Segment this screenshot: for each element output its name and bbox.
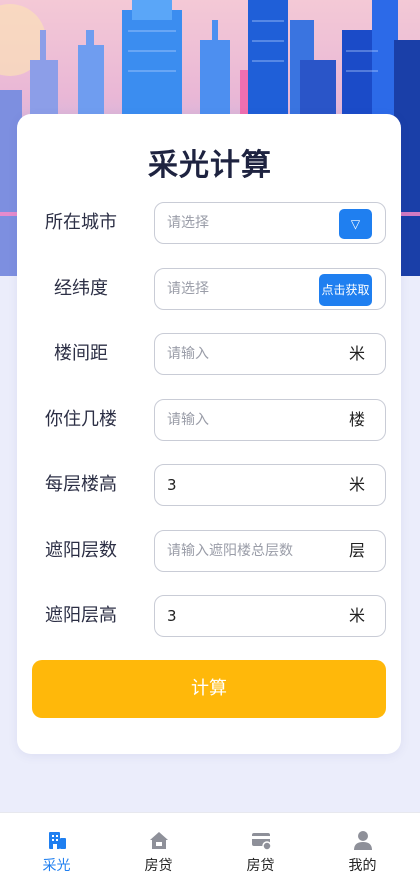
- floor-height-label: 每层楼高: [45, 474, 117, 495]
- shade-floors-input[interactable]: 请输入遮阳楼总层数 层: [154, 530, 386, 572]
- building-icon: [49, 832, 66, 849]
- shade-floors-placeholder: 请输入遮阳楼总层数: [167, 543, 293, 559]
- spacing-placeholder: 请输入: [167, 346, 209, 362]
- shade-height-label: 遮阳层高: [45, 605, 117, 626]
- calculate-button[interactable]: 计算: [32, 660, 386, 718]
- coords-select[interactable]: 请选择 点击获取: [154, 268, 386, 310]
- spacing-label: 楼间距: [54, 343, 108, 364]
- tab-label: 房贷: [246, 858, 275, 874]
- tab-loan[interactable]: 房贷: [208, 813, 313, 884]
- shade-height-row: 遮阳层高 3 米: [0, 595, 420, 637]
- coords-row: 经纬度 请选择 点击获取: [0, 268, 420, 310]
- floor-input[interactable]: 请输入 楼: [154, 399, 386, 441]
- shade-height-value: 3: [167, 607, 177, 625]
- shade-floors-unit: 层: [348, 541, 365, 560]
- floor-label: 你住几楼: [45, 409, 117, 430]
- user-icon: [354, 831, 372, 850]
- floor-height-row: 每层楼高 3 米: [0, 464, 420, 506]
- floor-row: 你住几楼 请输入 楼: [0, 399, 420, 441]
- coords-placeholder: 请选择: [167, 281, 209, 297]
- coords-label: 经纬度: [54, 278, 108, 299]
- city-placeholder: 请选择: [167, 215, 209, 231]
- shade-height-input[interactable]: 3 米: [154, 595, 386, 637]
- floor-height-input[interactable]: 3 米: [154, 464, 386, 506]
- bottom-tab-bar: 采光 房贷 房贷 我的: [0, 812, 420, 884]
- city-row: 所在城市 请选择 ▽: [0, 202, 420, 244]
- floor-height-unit: 米: [348, 475, 365, 494]
- floor-height-value: 3: [167, 476, 177, 494]
- card-icon: [252, 833, 272, 851]
- city-select[interactable]: 请选择 ▽: [154, 202, 386, 244]
- spacing-unit: 米: [348, 344, 365, 363]
- shade-floors-row: 遮阳层数 请输入遮阳楼总层数 层: [0, 530, 420, 572]
- spacing-row: 楼间距 请输入 米: [0, 333, 420, 375]
- tab-lighting[interactable]: 采光: [4, 813, 109, 884]
- tab-label: 采光: [42, 858, 71, 874]
- house-icon: [150, 832, 168, 849]
- tab-label: 我的: [348, 858, 377, 874]
- tab-label: 房贷: [144, 858, 173, 874]
- page-title: 采光计算: [148, 148, 272, 183]
- floor-unit: 楼: [348, 410, 365, 429]
- city-label: 所在城市: [45, 212, 117, 233]
- tab-profile[interactable]: 我的: [310, 813, 415, 884]
- get-location-button[interactable]: 点击获取: [319, 274, 372, 306]
- tab-mortgage[interactable]: 房贷: [106, 813, 211, 884]
- dropdown-triangle-icon[interactable]: ▽: [339, 209, 372, 239]
- spacing-input[interactable]: 请输入 米: [154, 333, 386, 375]
- shade-floors-label: 遮阳层数: [45, 540, 117, 561]
- shade-height-unit: 米: [348, 606, 365, 625]
- floor-placeholder: 请输入: [167, 412, 209, 428]
